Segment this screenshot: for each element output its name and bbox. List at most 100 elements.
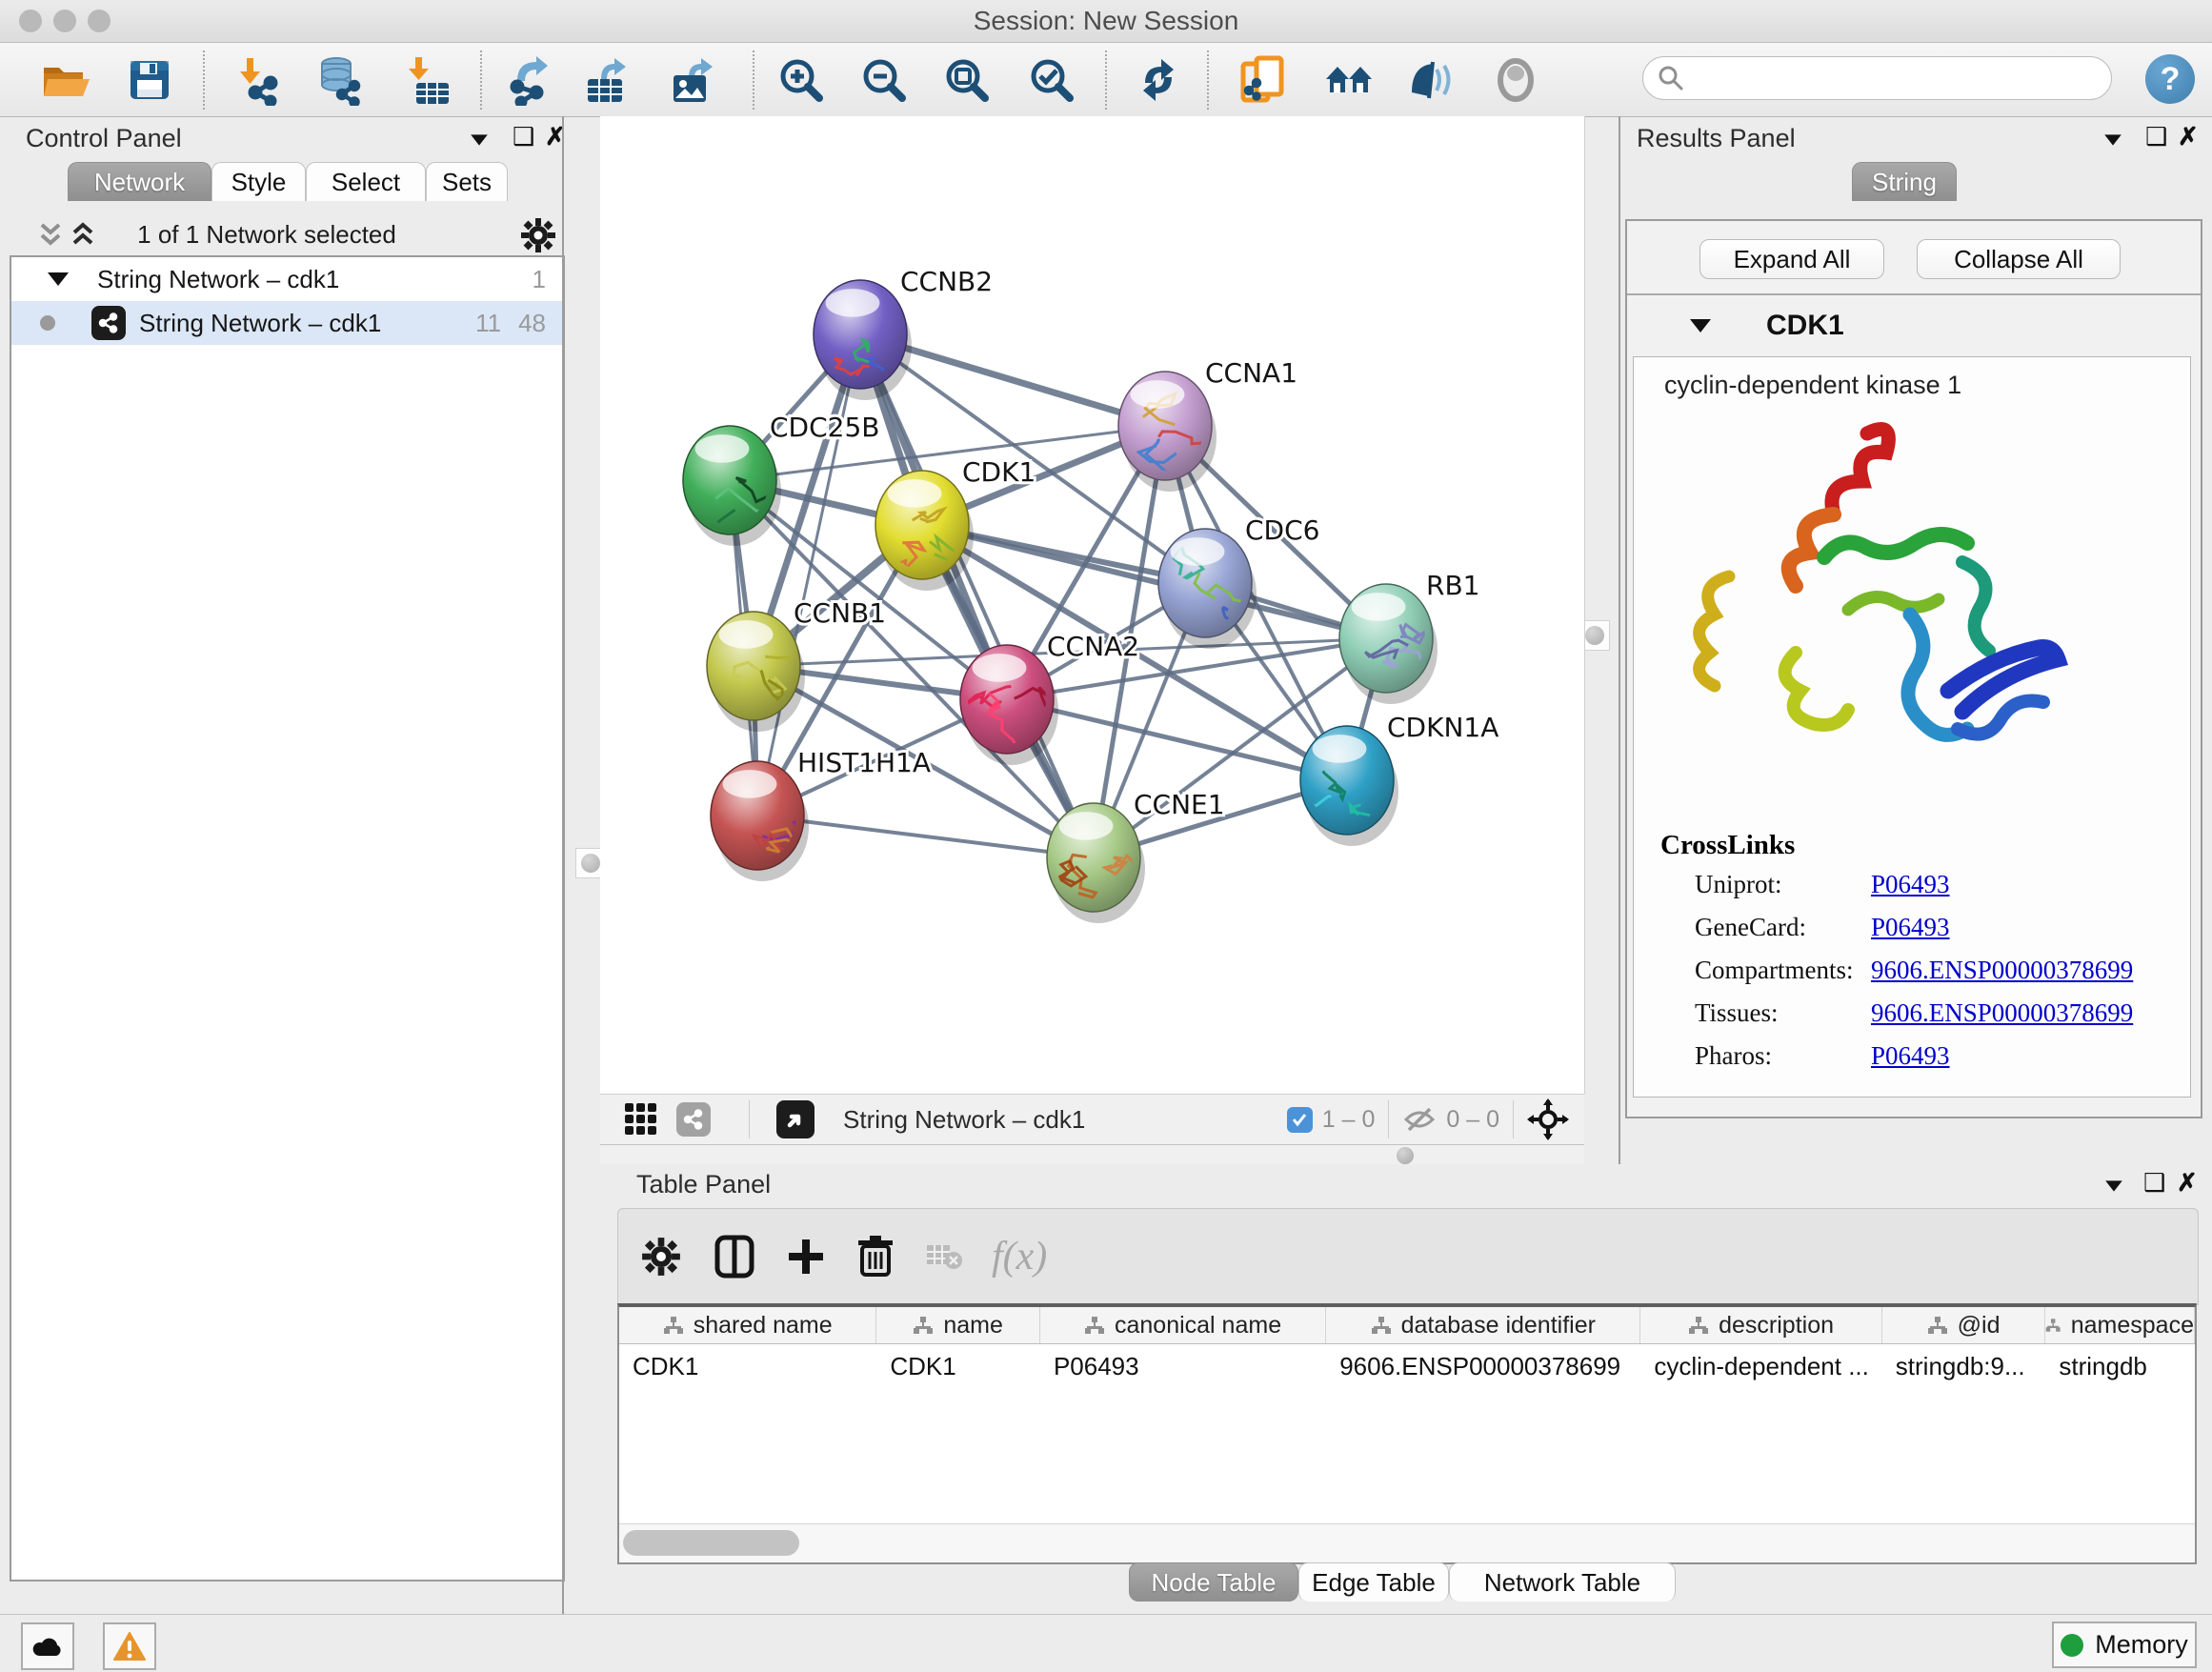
collapse-all-button[interactable]: Collapse All	[1917, 239, 2121, 279]
save-session-icon[interactable]	[124, 54, 175, 106]
table-row[interactable]: CDK1CDK1P064939606.ENSP00000378699cyclin…	[619, 1344, 2195, 1386]
network-node-CDKN1A[interactable]	[1294, 726, 1398, 846]
column-header-description[interactable]: description	[1640, 1307, 1881, 1343]
tab-network-table[interactable]: Network Table	[1449, 1562, 1676, 1601]
collection-expand-icon[interactable]	[48, 272, 69, 286]
import-database-icon[interactable]	[313, 54, 365, 106]
network-edge[interactable]	[757, 334, 860, 816]
clone-network-icon[interactable]	[1237, 54, 1289, 106]
node-table: shared name name canonical namedatabase id…	[617, 1303, 2197, 1564]
zoom-out-icon[interactable]	[858, 54, 910, 106]
import-network-icon[interactable]	[232, 54, 284, 106]
network-tree-child-row[interactable]: String Network – cdk1 11 48	[11, 301, 563, 345]
selected-nodes-checkbox[interactable]	[1287, 1107, 1313, 1133]
hide-panels-icon[interactable]	[1404, 54, 1456, 106]
horizontal-splitter-handle[interactable]	[1397, 1147, 1414, 1164]
export-image-icon[interactable]	[666, 54, 717, 106]
cloud-icon	[31, 1635, 64, 1658]
import-table-icon[interactable]	[401, 54, 452, 106]
node-label-CDK1: CDK1	[962, 456, 1036, 488]
export-network-icon[interactable]	[504, 54, 555, 106]
crosslink-link[interactable]: P06493	[1871, 913, 1950, 941]
column-header-namespace[interactable]: namespace	[2045, 1307, 2195, 1343]
results-panel-float-icon[interactable]: ❑	[2145, 122, 2167, 151]
memory-button[interactable]: Memory	[2052, 1622, 2197, 1668]
zoom-in-icon[interactable]	[775, 54, 827, 106]
delete-column-icon[interactable]	[856, 1235, 895, 1279]
network-node-CCNB2[interactable]	[814, 280, 912, 400]
control-panel-menu-icon[interactable]	[471, 134, 488, 145]
birdseye-homes-icon[interactable]	[1323, 54, 1375, 106]
network-view-toolbar: String Network – cdk1 1 – 0 0 – 0	[600, 1094, 1584, 1145]
pan-crosshair-icon[interactable]	[1527, 1098, 1569, 1140]
column-header-name[interactable]: name	[876, 1307, 1040, 1343]
function-builder-icon: f(x)	[992, 1234, 1047, 1279]
column-header-label: name	[943, 1312, 1003, 1340]
table-horizontal-scrollbar[interactable]	[619, 1523, 2195, 1562]
tab-network[interactable]: Network	[68, 162, 211, 201]
column-header-@id[interactable]: @id	[1882, 1307, 2046, 1343]
selected-counts: 1 – 0	[1322, 1106, 1376, 1134]
show-columns-icon[interactable]	[714, 1234, 755, 1279]
network-selection-status: 1 of 1 Network selected	[10, 220, 524, 250]
table-panel-float-icon[interactable]: ❑	[2143, 1168, 2165, 1198]
crosslink-link[interactable]: P06493	[1871, 870, 1950, 898]
cloud-button[interactable]	[21, 1622, 74, 1670]
table-toolbar: f(x)	[617, 1208, 2199, 1305]
zoom-fit-icon[interactable]	[941, 54, 993, 106]
network-tree-root-row[interactable]: String Network – cdk1 1	[11, 257, 563, 301]
table-panel-menu-icon[interactable]	[2105, 1180, 2122, 1191]
network-options-gear-icon[interactable]	[520, 217, 556, 253]
help-button[interactable]: ?	[2145, 54, 2195, 104]
tab-style[interactable]: Style	[211, 162, 306, 201]
show-panels-icon[interactable]	[1490, 54, 1541, 106]
crosslink-link[interactable]: 9606.ENSP00000378699	[1871, 956, 2133, 984]
tab-sets[interactable]: Sets	[426, 162, 508, 201]
gene-collapse-icon[interactable]	[1690, 319, 1711, 332]
node-label-CDC6: CDC6	[1245, 514, 1319, 546]
birdseye-view-icon[interactable]	[776, 1100, 814, 1138]
column-header-canonical-name[interactable]: canonical name	[1040, 1307, 1326, 1343]
network-node-CCNA2[interactable]	[960, 645, 1064, 765]
network-node-RB1[interactable]	[1339, 584, 1438, 704]
network-edge[interactable]	[860, 334, 1094, 857]
table-panel-close-icon[interactable]: ✗	[2177, 1168, 2198, 1198]
gene-section-header[interactable]: CDK1	[1627, 295, 2201, 356]
tab-select[interactable]: Select	[306, 162, 426, 201]
expand-all-button[interactable]: Expand All	[1699, 239, 1884, 279]
results-panel-close-icon[interactable]: ✗	[2178, 122, 2199, 151]
network-node-CCNA1[interactable]	[1118, 372, 1217, 492]
tab-string[interactable]: String	[1852, 162, 1957, 201]
network-node-CDK1[interactable]	[875, 471, 978, 591]
table-options-gear-icon[interactable]	[641, 1237, 681, 1277]
network-label: String Network – cdk1	[139, 309, 381, 338]
results-panel-menu-icon[interactable]	[2104, 134, 2122, 145]
network-node-count: 11	[475, 309, 501, 338]
column-header-database-identifier[interactable]: database identifier	[1326, 1307, 1640, 1343]
network-canvas[interactable]: CCNB2CCNA1CDC25BCDK1CDC6RB1CCNB1CCNA2CDK…	[600, 116, 1585, 1094]
grid-view-icon[interactable]	[623, 1101, 659, 1138]
right-panel-divider[interactable]	[1619, 116, 1620, 1164]
refresh-icon[interactable]	[1133, 54, 1184, 106]
network-node-CDC25B[interactable]	[674, 426, 783, 553]
crosslink-link[interactable]: P06493	[1871, 1041, 1950, 1070]
zoom-selected-icon[interactable]	[1026, 54, 1077, 106]
tab-node-table[interactable]: Node Table	[1129, 1562, 1298, 1601]
network-node-HIST1H1A[interactable]	[711, 761, 822, 881]
control-panel-float-icon[interactable]: ❑	[513, 122, 534, 151]
export-table-icon[interactable]	[580, 54, 632, 106]
left-panel-divider[interactable]	[562, 116, 564, 1614]
crosslink-link[interactable]: 9606.ENSP00000378699	[1871, 998, 2133, 1027]
network-share-view-icon[interactable]	[676, 1102, 711, 1137]
horizontal-splitter[interactable]	[600, 1143, 1584, 1164]
open-session-icon[interactable]	[38, 54, 90, 106]
search-input[interactable]	[1685, 64, 2089, 92]
node-label-CCNB1: CCNB1	[794, 597, 886, 629]
warning-button[interactable]	[103, 1622, 156, 1670]
tab-edge-table[interactable]: Edge Table	[1298, 1562, 1449, 1601]
add-column-icon[interactable]	[786, 1237, 826, 1277]
network-node-CCNE1[interactable]	[1047, 803, 1145, 923]
status-bar: Memory	[0, 1614, 2212, 1672]
column-header-shared-name[interactable]: shared name	[619, 1307, 876, 1343]
scrollbar-thumb[interactable]	[623, 1530, 799, 1556]
